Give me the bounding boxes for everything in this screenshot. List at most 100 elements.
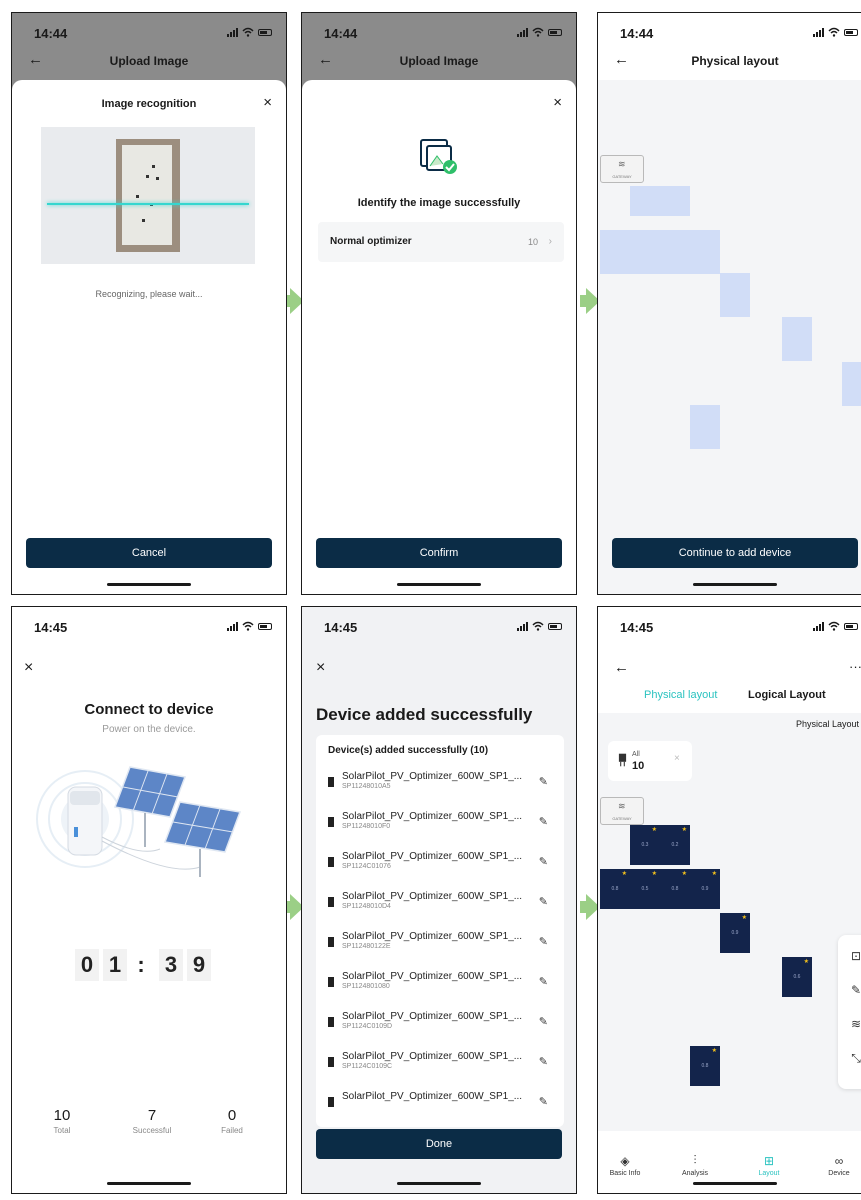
device-name: SolarPilot_PV_Optimizer_600W_SP1_... (342, 851, 523, 862)
device-name: SolarPilot_PV_Optimizer_600W_SP1_... (342, 891, 523, 902)
wifi-icon (532, 27, 544, 37)
optimizer-icon (328, 937, 334, 947)
cancel-button[interactable]: Cancel (26, 538, 272, 568)
device-row[interactable]: SolarPilot_PV_Optimizer_600W_SP1_... SP11… (328, 807, 552, 847)
device-serial: SP1124C01076 (342, 863, 391, 870)
edit-icon[interactable]: ✎ (539, 1055, 548, 1068)
optimizer-icon (328, 897, 334, 907)
device-row[interactable]: SolarPilot_PV_Optimizer_600W_SP1_... SP11… (328, 887, 552, 927)
back-arrow-icon[interactable]: ← (614, 659, 629, 676)
more-icon[interactable]: ··· (849, 659, 861, 674)
close-icon[interactable]: × (263, 94, 272, 111)
layout-canvas[interactable]: Physical Layout ▾ All 10 × ≋ GATEWAY ★ 0.3… (598, 713, 861, 1131)
photo-preview (41, 127, 255, 264)
status-time: 14:45 (324, 620, 358, 635)
close-icon[interactable]: × (24, 659, 33, 677)
tab-logical-layout[interactable]: Logical Layout (748, 689, 826, 701)
scan-line (47, 203, 249, 205)
star-icon: ★ (711, 871, 717, 877)
optimizer-panel[interactable]: ★ 0.8 (690, 1046, 720, 1086)
star-icon: ★ (681, 827, 687, 833)
close-icon[interactable]: × (674, 753, 680, 764)
status-bar: 14:44 (12, 13, 286, 57)
optimizer-panel[interactable]: ★ 0.5 (630, 869, 660, 909)
edit-icon[interactable]: ✎ (539, 975, 548, 988)
tab-device[interactable]: ∞ Device (814, 1154, 861, 1177)
edit-icon[interactable]: ✎ (539, 855, 548, 868)
edit-icon[interactable]: ✎ (539, 895, 548, 908)
layout-type-dropdown[interactable]: Physical Layout ▾ (796, 719, 861, 730)
star-icon: ★ (803, 959, 809, 965)
optimizer-panel[interactable]: ★ 0.8 (600, 869, 630, 909)
success-title: Identify the image successfully (357, 197, 521, 209)
close-icon[interactable]: × (553, 94, 562, 111)
edit-icon[interactable]: ✎ (539, 1095, 548, 1108)
edit-icon[interactable]: ✎ (539, 815, 548, 828)
optimizer-panel[interactable]: ★ 0.9 (720, 913, 750, 953)
wifi-icon (828, 27, 840, 37)
status-time: 14:44 (34, 26, 68, 41)
star-icon: ★ (651, 827, 657, 833)
status-icons (517, 621, 562, 631)
tab-analysis[interactable]: ⫶ Analysis (670, 1153, 720, 1177)
countdown-digit: 0 (75, 949, 99, 981)
optimizer-panel[interactable]: ★ 0.8 (660, 869, 690, 909)
optimizer-row[interactable]: Normal optimizer 10 › (318, 222, 564, 262)
chart-icon: ⫶ (693, 1153, 697, 1167)
edit-icon[interactable]: ✎ (539, 1015, 548, 1028)
collapse-icon[interactable]: ⤡ (840, 1051, 861, 1066)
tab-physical-layout[interactable]: Physical layout (644, 689, 717, 701)
optimizer-icon (618, 753, 627, 767)
layout-tile (720, 273, 750, 317)
optimizer-panel[interactable]: ★ 0.6 (782, 957, 812, 997)
status-icons (517, 27, 562, 37)
recognizing-status: Recognizing, please wait... (95, 289, 203, 299)
continue-add-device-button[interactable]: Continue to add device (612, 538, 858, 568)
recognition-sheet: Image recognition × Recognizing, please … (12, 80, 286, 594)
edit-icon[interactable]: ✎ (539, 935, 548, 948)
tab-basic-info[interactable]: ◈ Basic Info (600, 1154, 650, 1177)
added-title: Device added successfully (316, 705, 533, 724)
layers-icon[interactable]: ≋ (840, 1017, 861, 1031)
all-devices-chip[interactable]: All 10 × (608, 741, 692, 781)
layout-tile (690, 230, 720, 274)
status-icons (227, 621, 272, 631)
connect-title: Connect to device (84, 701, 214, 718)
connect-subtitle: Power on the device. (102, 724, 196, 735)
stat-failed: 0 Failed (202, 1107, 262, 1135)
device-row[interactable]: SolarPilot_PV_Optimizer_600W_SP1_... SP11… (328, 1007, 552, 1047)
optimizer-panel[interactable]: ★ 0.3 (630, 825, 660, 865)
layout-canvas[interactable]: ≋ GATEWAY Continue to add device (598, 80, 861, 594)
status-icons (813, 621, 858, 631)
optimizer-panel[interactable]: ★ 0.9 (690, 869, 720, 909)
device-list-header: Device(s) added successfully (10) (328, 745, 489, 756)
device-row[interactable]: SolarPilot_PV_Optimizer_600W_SP1_... SP11… (328, 767, 552, 807)
stat-label: Successful (132, 1126, 172, 1135)
signal-icon (227, 27, 238, 37)
device-row[interactable]: SolarPilot_PV_Optimizer_600W_SP1_... SP11… (328, 927, 552, 967)
panel-value: 0.5 (641, 886, 649, 892)
edit-icon[interactable]: ✎ (840, 983, 861, 997)
device-serial: SP11248010F0 (342, 823, 391, 830)
screen-device-added: 14:45 × Device added successfully Device… (301, 606, 577, 1194)
close-icon[interactable]: × (316, 659, 325, 677)
device-row[interactable]: SolarPilot_PV_Optimizer_600W_SP1_... SP11… (328, 967, 552, 1007)
tab-label: Layout (758, 1170, 780, 1177)
edit-icon[interactable]: ✎ (539, 775, 548, 788)
device-row[interactable]: SolarPilot_PV_Optimizer_600W_SP1_... ✎ (328, 1087, 552, 1127)
panel-value: 0.8 (701, 1063, 709, 1069)
device-row[interactable]: SolarPilot_PV_Optimizer_600W_SP1_... SP11… (328, 1047, 552, 1087)
status-icons (227, 27, 272, 37)
confirm-button[interactable]: Confirm (316, 538, 562, 568)
stat-successful: 7 Successful (114, 1107, 190, 1135)
device-name: SolarPilot_PV_Optimizer_600W_SP1_... (342, 1091, 523, 1102)
home-indicator (107, 583, 191, 586)
optimizer-panel[interactable]: ★ 0.2 (660, 825, 690, 865)
image-icon[interactable]: ⊡ (840, 949, 861, 963)
tab-layout[interactable]: ⊞ Layout (744, 1154, 794, 1177)
status-bar: 14:45 (598, 607, 861, 651)
device-row[interactable]: SolarPilot_PV_Optimizer_600W_SP1_... SP11… (328, 847, 552, 887)
wifi-icon (532, 621, 544, 631)
done-button[interactable]: Done (316, 1129, 562, 1159)
modal-title: Image recognition (101, 98, 197, 110)
